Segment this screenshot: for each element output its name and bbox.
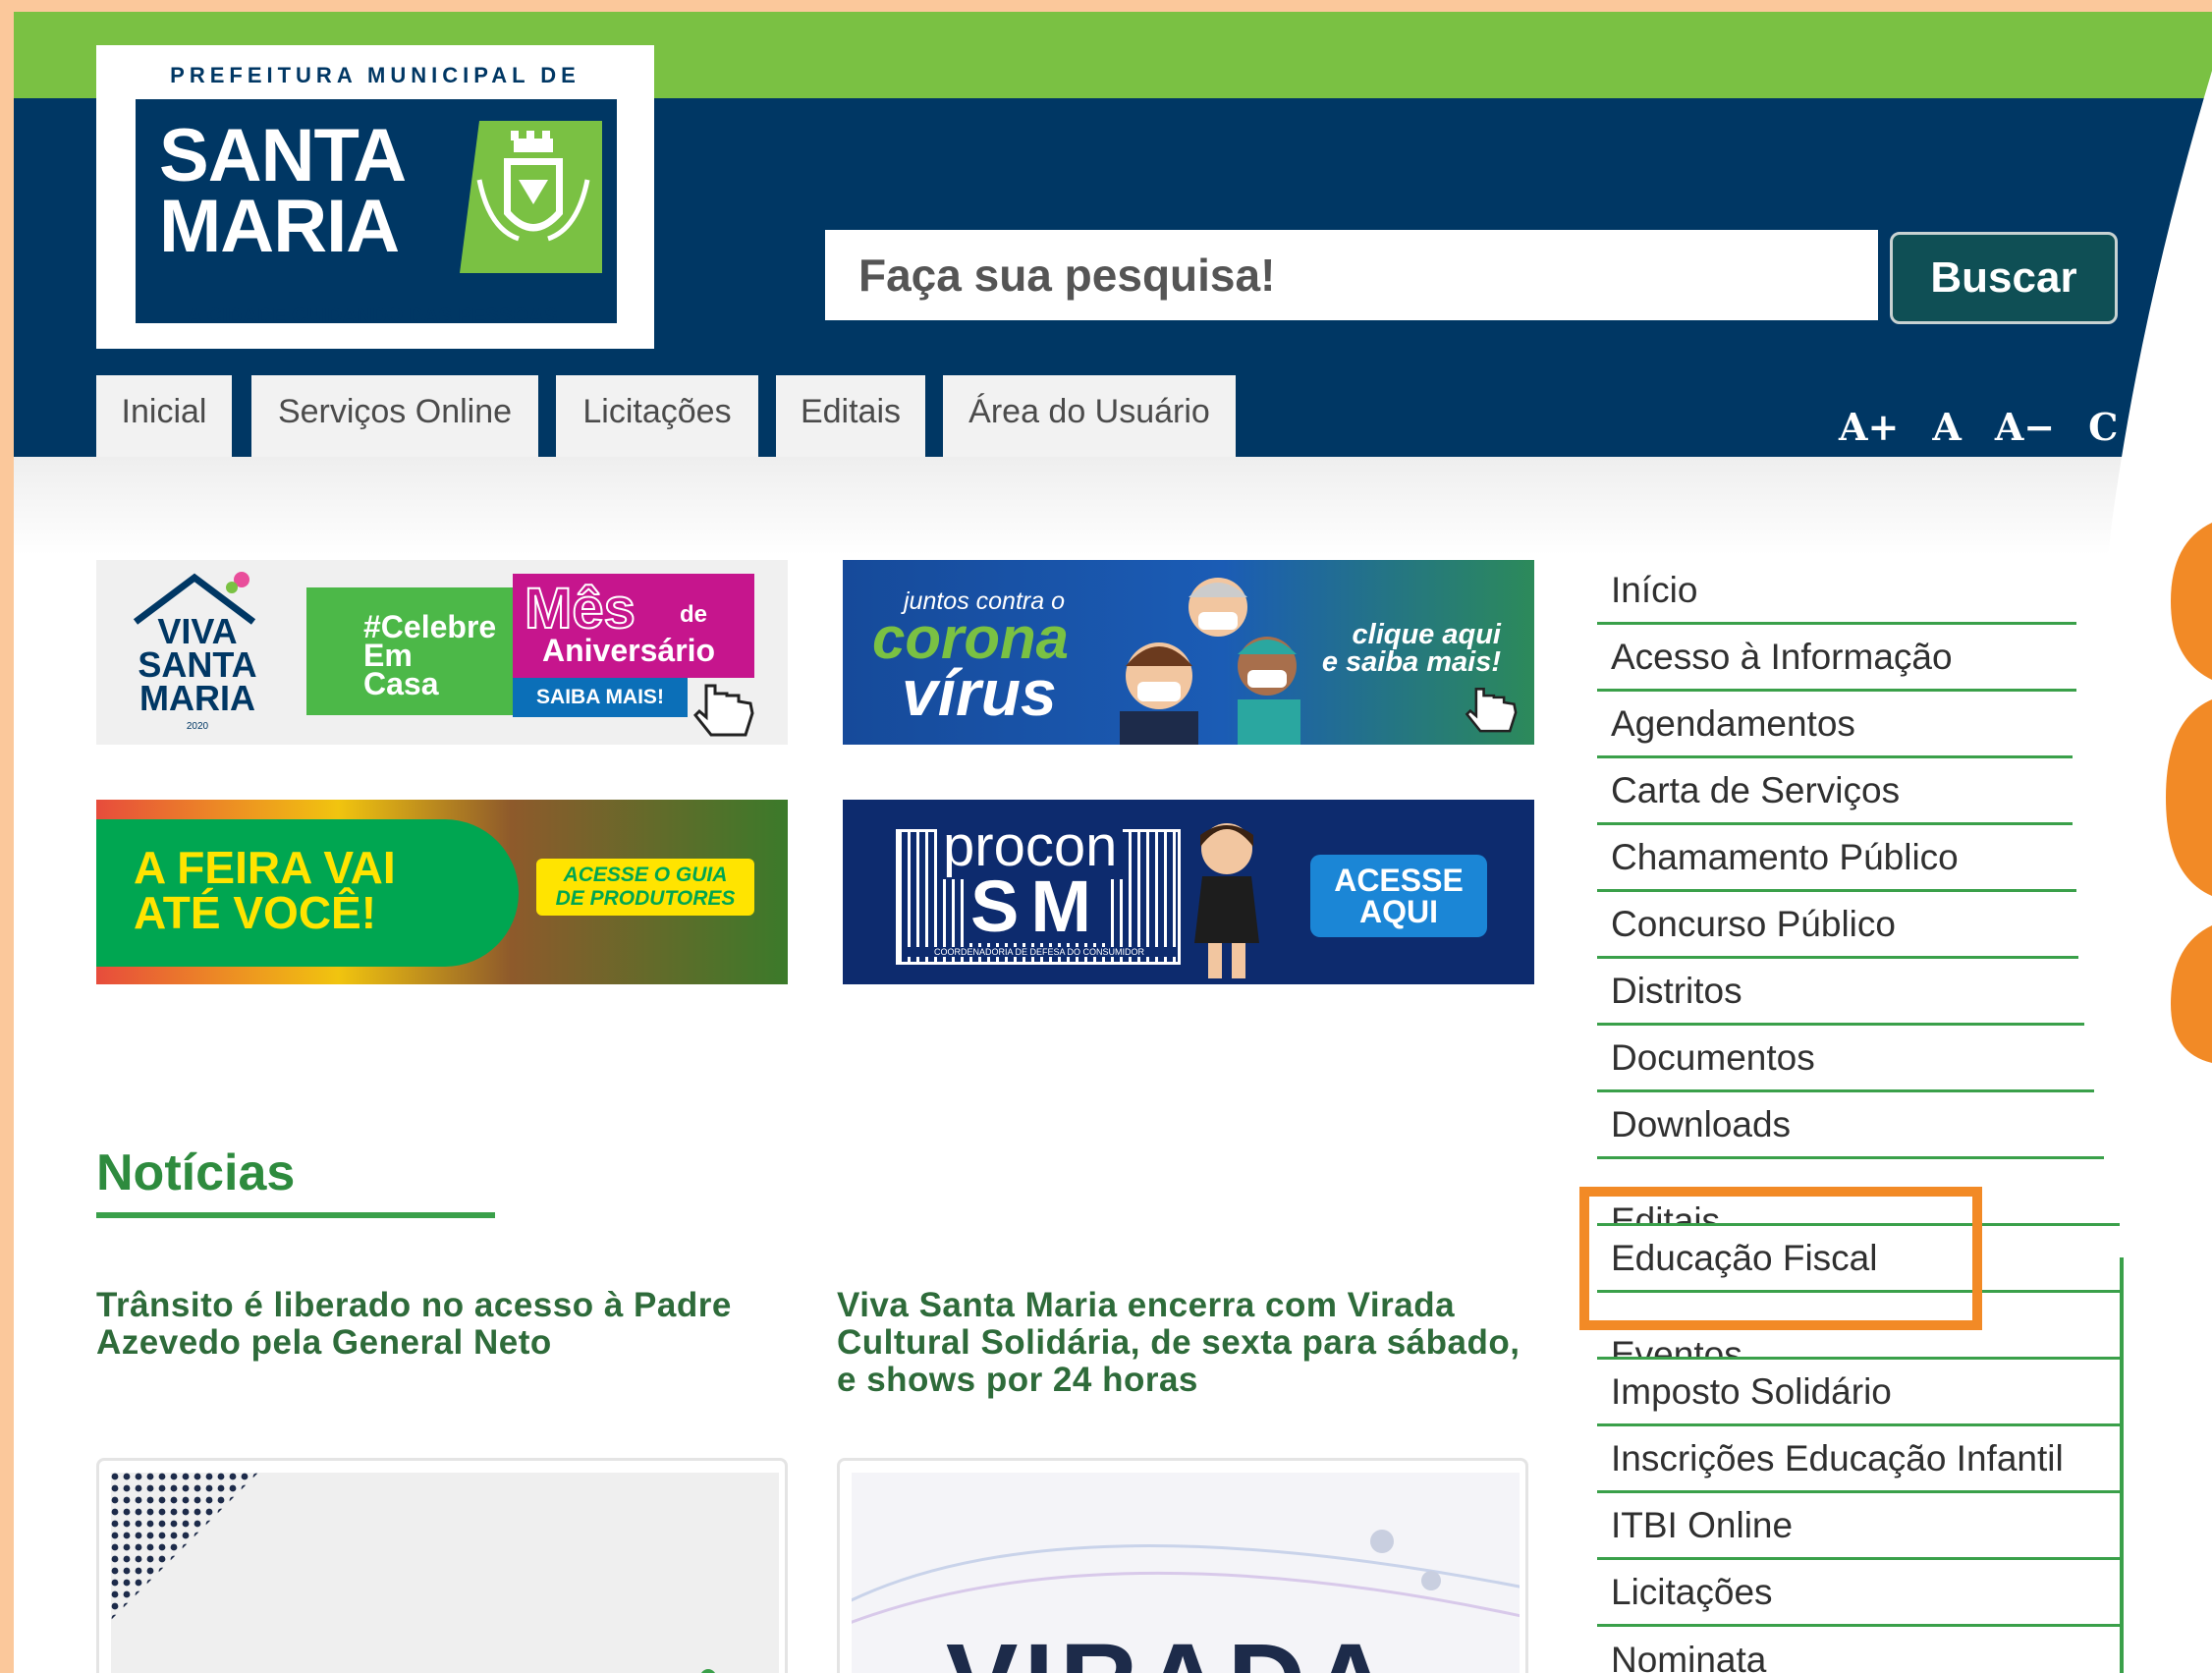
menu-item-concurso-publico[interactable]: Concurso Público	[1597, 892, 2078, 959]
procon-sm: SM	[965, 870, 1109, 943]
coat-of-arms-icon	[460, 121, 602, 273]
tab-licitacoes[interactable]: Licitações	[556, 375, 758, 457]
news-card-2[interactable]: VIRADA	[837, 1458, 1528, 1673]
aniversario-text: Aniversário	[542, 633, 716, 668]
menu-item-carta-servicos[interactable]: Carta de Serviços	[1597, 758, 2073, 825]
banner-viva-santa-maria[interactable]: VIVA SANTA MARIA 2020 #Celebre Em Casa M…	[96, 560, 788, 745]
menu-item-acesso-informacao[interactable]: Acesso à Informação	[1597, 625, 2076, 692]
frame-left	[0, 0, 14, 1673]
menu-item-inscricoes-educacao-infantil[interactable]: Inscrições Educação Infantil	[1597, 1426, 2124, 1493]
font-decrease-button[interactable]: A−	[1995, 405, 2055, 449]
menu-item-imposto-solidario[interactable]: Imposto Solidário	[1597, 1360, 2124, 1426]
viva-logo-text: VIVA SANTA MARIA	[138, 611, 257, 718]
font-increase-button[interactable]: A+	[1839, 405, 1899, 449]
news-card-1[interactable]	[96, 1458, 788, 1673]
pointing-hand-icon	[1465, 688, 1518, 733]
procon-acesse-aqui-button: ACESSE AQUI	[1310, 855, 1487, 937]
menu-item-editais[interactable]: Editais	[1597, 1159, 2120, 1226]
frame-top	[0, 0, 2212, 12]
dot-pattern-decoration	[111, 1473, 258, 1620]
banner-coronavirus[interactable]: juntos contra o corona vírus clique aqui…	[843, 560, 1534, 745]
banner-procon[interactable]: procon SM COORDENADORIA DE DEFESA DO CON…	[843, 800, 1534, 984]
font-normal-button[interactable]: A	[1932, 405, 1961, 449]
tab-editais[interactable]: Editais	[776, 375, 925, 457]
news-title-underline	[96, 1212, 495, 1218]
tab-servicos-online[interactable]: Serviços Online	[251, 375, 538, 457]
feira-title: A FEIRA VAI ATÉ VOCÊ!	[134, 842, 396, 938]
news-section-title: Notícias	[96, 1144, 296, 1201]
news-headline-1[interactable]: Trânsito é liberado no acesso à Padre Az…	[96, 1287, 803, 1362]
attendant-illustration	[1194, 823, 1259, 978]
logo-tagline: A CIDADE CUIDANDO DAS PESSOAS.	[187, 305, 564, 327]
celebre-em-casa-text: #Celebre Em Casa	[363, 609, 497, 701]
menu-item-distritos[interactable]: Distritos	[1597, 959, 2084, 1026]
menu-item-editais-label: Editais	[1611, 1199, 1721, 1226]
logo-name: SANTA MARIA	[159, 114, 407, 268]
mes-text: Mês	[524, 576, 636, 641]
menu-item-chamamento-publico[interactable]: Chamamento Público	[1597, 825, 2076, 892]
news-image-1	[111, 1473, 779, 1673]
de-text: de	[680, 601, 708, 628]
menu-item-licitacoes[interactable]: Licitações	[1597, 1560, 2124, 1627]
menu-item-nominata[interactable]: Nominata	[1597, 1627, 2124, 1673]
clique-aqui-text: clique aqui e saiba mais!	[1321, 619, 1501, 678]
saiba-mais-button: SAIBA MAIS!	[513, 678, 688, 717]
procon-subtitle: COORDENADORIA DE DEFESA DO CONSUMIDOR	[902, 947, 1177, 957]
logo-box: SANTA MARIA	[136, 99, 617, 323]
health-workers-illustration	[1120, 578, 1300, 745]
news-image-2: VIRADA	[852, 1473, 1520, 1673]
site-logo[interactable]: PREFEITURA MUNICIPAL DE SANTA MARIA A CI…	[96, 45, 654, 349]
mes-aniversario-block: Mês de Aniversário	[513, 574, 754, 678]
menu-item-eventos-label: Eventos	[1611, 1333, 1742, 1360]
virus-word: vírus	[902, 656, 1057, 729]
virada-image-text: VIRADA	[946, 1620, 1396, 1673]
menu-item-agendamentos[interactable]: Agendamentos	[1597, 692, 2073, 758]
logo-top-line: PREFEITURA MUNICIPAL DE	[170, 63, 581, 87]
news-headline-2[interactable]: Viva Santa Maria encerra com Virada Cult…	[837, 1287, 1534, 1399]
menu-item-downloads[interactable]: Downloads	[1597, 1092, 2104, 1159]
menu-item-educacao-fiscal[interactable]: Educação Fiscal	[1597, 1226, 2124, 1293]
celebre-em-casa-block: #Celebre Em Casa	[306, 587, 513, 715]
menu-item-inicio[interactable]: Início	[1597, 558, 2076, 625]
tab-inicial[interactable]: Inicial	[96, 375, 232, 457]
tab-area-do-usuario[interactable]: Área do Usuário	[943, 375, 1236, 457]
guia-produtores-button: ACESSE O GUIA DE PRODUTORES	[536, 859, 754, 916]
menu-item-eventos[interactable]: Eventos	[1597, 1293, 2124, 1360]
menu-item-itbi-online[interactable]: ITBI Online	[1597, 1493, 2124, 1560]
pointing-hand-icon	[692, 684, 754, 737]
search-input[interactable]	[825, 230, 1878, 320]
viva-year: 2020	[186, 721, 209, 732]
menu-item-documentos[interactable]: Documentos	[1597, 1026, 2094, 1092]
news-image-accent	[700, 1669, 716, 1673]
banner-feira[interactable]: A FEIRA VAI ATÉ VOCÊ! ACESSE O GUIA DE P…	[96, 800, 788, 984]
